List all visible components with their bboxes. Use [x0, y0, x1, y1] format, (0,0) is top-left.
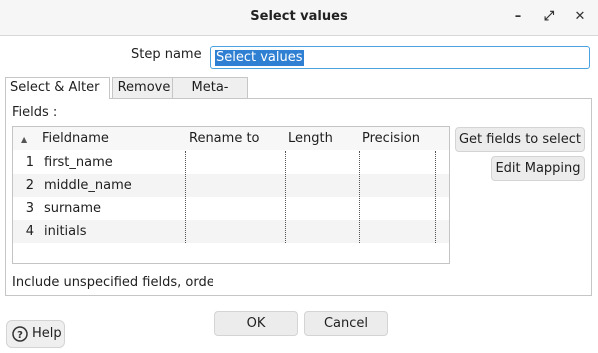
column-divider — [285, 151, 286, 243]
step-name-value: Select values — [215, 50, 304, 66]
ok-button[interactable]: OK — [214, 311, 298, 336]
title-bar: Select values – ⤢ ✕ — [0, 0, 598, 36]
row-number: 2 — [25, 178, 34, 193]
close-button[interactable]: ✕ — [570, 7, 590, 27]
fieldname-cell[interactable]: middle_name — [44, 174, 132, 197]
fieldname-cell[interactable]: initials — [44, 220, 87, 243]
fields-label: Fields : — [12, 105, 58, 120]
cancel-button[interactable]: Cancel — [304, 311, 388, 336]
row-number: 4 — [25, 224, 34, 239]
include-unspecified-label: Include unspecified fields, order — [12, 275, 213, 290]
row-number: 3 — [25, 201, 34, 216]
edit-mapping-button[interactable]: Edit Mapping — [491, 156, 585, 181]
minimize-button[interactable]: – — [508, 7, 528, 27]
svg-text:?: ? — [17, 330, 23, 341]
tab-meta-data[interactable]: Meta-data — [172, 77, 248, 115]
table-row[interactable]: 2 middle_name — [13, 174, 449, 197]
table-row[interactable]: 1 first_name — [13, 151, 449, 174]
fieldname-cell[interactable]: first_name — [44, 151, 113, 174]
fieldname-cell[interactable]: surname — [44, 197, 101, 220]
table-row[interactable]: 3 surname — [13, 197, 449, 220]
column-divider — [359, 151, 360, 243]
table-row[interactable]: 4 initials — [13, 220, 449, 243]
tab-remove[interactable]: Remove — [112, 77, 176, 98]
column-divider — [185, 151, 186, 243]
step-name-input[interactable]: Select values — [210, 46, 590, 69]
row-number: 1 — [25, 155, 34, 170]
column-divider — [435, 151, 436, 243]
column-header-fieldname[interactable]: Fieldname — [42, 131, 109, 146]
column-header-precision[interactable]: Precision — [362, 131, 420, 146]
tab-select-alter[interactable]: Select & Alter — [5, 77, 110, 99]
column-header-rename-to[interactable]: Rename to — [189, 131, 260, 146]
maximize-button[interactable]: ⤢ — [539, 7, 559, 27]
get-fields-button[interactable]: Get fields to select — [455, 127, 585, 152]
sort-arrow-icon[interactable]: ▲ — [21, 135, 27, 144]
column-header-length[interactable]: Length — [288, 131, 333, 146]
help-icon: ? — [12, 326, 28, 342]
step-name-label: Step name — [131, 47, 202, 62]
fields-table[interactable]: ▲ Fieldname Rename to Length Precision 1… — [12, 126, 450, 264]
help-button[interactable]: ? Help — [6, 320, 65, 348]
table-header: ▲ Fieldname Rename to Length Precision — [13, 127, 449, 150]
help-label: Help — [32, 326, 62, 341]
